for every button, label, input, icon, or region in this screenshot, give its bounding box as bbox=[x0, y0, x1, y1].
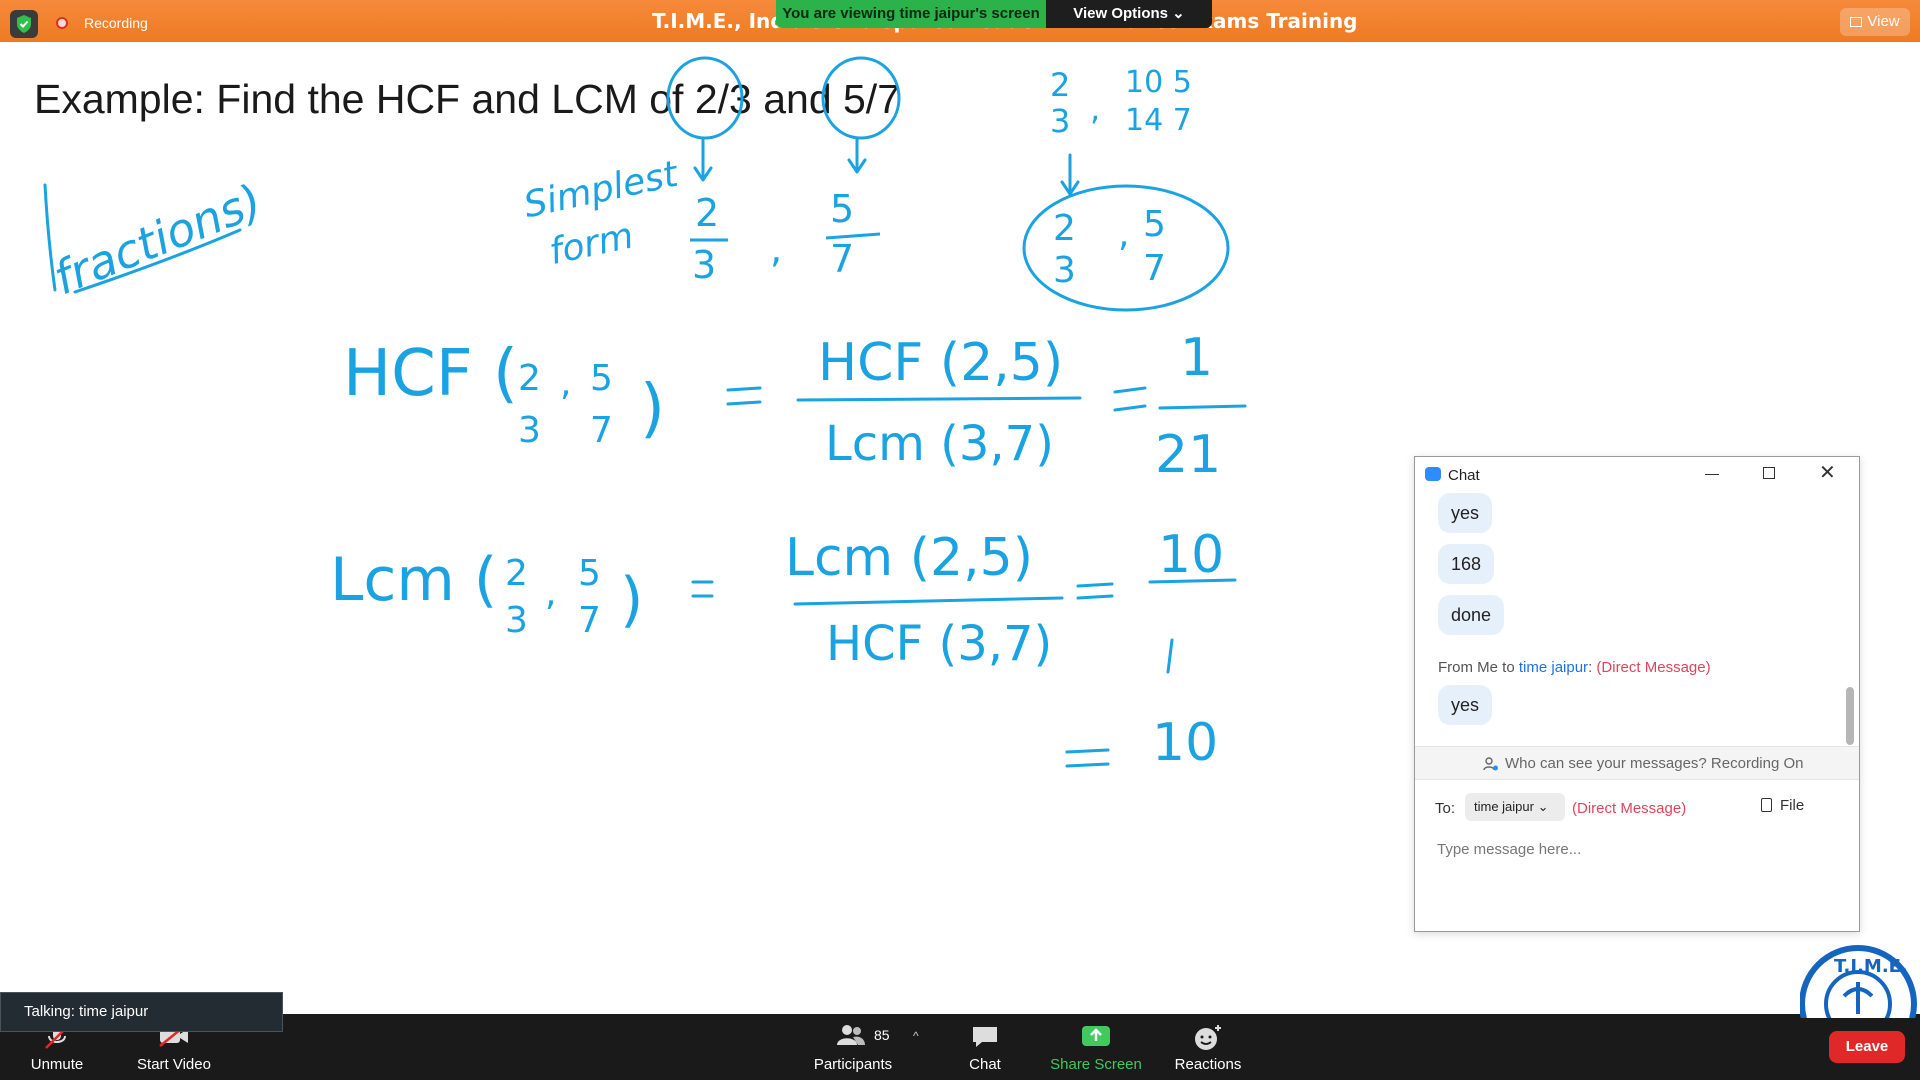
svg-text:7: 7 bbox=[590, 410, 613, 451]
participants-label: Participants bbox=[813, 1056, 893, 1073]
reactions-label: Reactions bbox=[1174, 1056, 1242, 1073]
svg-text:5: 5 bbox=[1143, 204, 1166, 245]
svg-text:7: 7 bbox=[1143, 248, 1166, 289]
svg-text:HCF (2,5): HCF (2,5) bbox=[818, 333, 1063, 393]
svg-text:14 7: 14 7 bbox=[1125, 103, 1192, 138]
privacy-bar[interactable]: Who can see your messages? Recording On bbox=[1415, 746, 1859, 780]
chat-message: done bbox=[1438, 595, 1505, 635]
svg-text:Lcm (: Lcm ( bbox=[330, 545, 497, 615]
svg-text:3: 3 bbox=[505, 600, 528, 641]
svg-text:,: , bbox=[560, 363, 571, 404]
file-button-label: File bbox=[1780, 797, 1805, 814]
svg-text:7: 7 bbox=[578, 600, 601, 641]
svg-text:): ) bbox=[640, 372, 665, 446]
participants-count: 85 bbox=[874, 1027, 890, 1043]
recipient-select[interactable]: time jaipur ⌄ bbox=[1465, 793, 1565, 821]
file-icon bbox=[1761, 798, 1772, 812]
svg-text:form: form bbox=[546, 215, 637, 273]
share-screen-icon bbox=[1082, 1026, 1110, 1046]
to-label: To: bbox=[1435, 800, 1456, 817]
close-icon[interactable]: ✕ bbox=[1819, 463, 1836, 483]
leave-button[interactable]: Leave bbox=[1829, 1031, 1905, 1063]
privacy-text: Who can see your messages? Recording On bbox=[1505, 755, 1804, 772]
chat-message-input[interactable] bbox=[1435, 833, 1839, 865]
chat-message: yes bbox=[1438, 493, 1493, 533]
svg-text:5: 5 bbox=[578, 553, 601, 594]
svg-text:2: 2 bbox=[505, 553, 528, 594]
svg-text:10 5: 10 5 bbox=[1125, 65, 1192, 100]
file-button[interactable]: File bbox=[1761, 797, 1804, 814]
chat-message: 168 bbox=[1438, 544, 1495, 584]
recipient-select-value: time jaipur bbox=[1474, 799, 1534, 814]
svg-text:21: 21 bbox=[1155, 425, 1221, 485]
svg-text:10: 10 bbox=[1152, 713, 1218, 773]
chat-title: Chat bbox=[1448, 467, 1480, 484]
chat-scrollbar[interactable] bbox=[1846, 687, 1854, 745]
unmute-label: Unmute bbox=[30, 1056, 84, 1073]
chat-window: Chat ✕ yes 168 done From Me to time jaip… bbox=[1414, 456, 1860, 932]
start-video-label: Start Video bbox=[137, 1056, 211, 1073]
svg-text:2: 2 bbox=[1050, 66, 1070, 104]
reactions-button[interactable]: Reactions bbox=[1170, 1014, 1246, 1080]
person-lock-icon bbox=[1483, 757, 1498, 771]
reactions-smiley-icon bbox=[1195, 1025, 1221, 1050]
chat-message: yes bbox=[1438, 685, 1493, 725]
svg-text:,: , bbox=[1118, 214, 1129, 255]
from-colon: : bbox=[1588, 659, 1593, 676]
svg-text:,: , bbox=[545, 573, 556, 614]
svg-text:HCF (: HCF ( bbox=[343, 337, 518, 411]
share-screen-button[interactable]: Share Screen bbox=[1050, 1014, 1142, 1080]
svg-text:5: 5 bbox=[830, 187, 854, 231]
svg-text:T.I.M.E.: T.I.M.E. bbox=[1834, 956, 1908, 977]
from-prefix: From Me to bbox=[1438, 659, 1519, 676]
time-logo-watermark: T.I.M.E. bbox=[1800, 945, 1917, 1018]
direct-message-label: (Direct Message) bbox=[1572, 800, 1687, 817]
message-sender-line: From Me to time jaipur: (Direct Message) bbox=[1438, 659, 1711, 676]
svg-text:,: , bbox=[1090, 90, 1100, 128]
chevron-down-icon: ⌄ bbox=[1537, 799, 1549, 814]
svg-text:,: , bbox=[770, 227, 782, 271]
talking-indicator: Talking: time jaipur bbox=[0, 992, 283, 1032]
recipient-name-link[interactable]: time jaipur bbox=[1519, 659, 1588, 676]
maximize-icon[interactable] bbox=[1763, 467, 1775, 479]
svg-text:1: 1 bbox=[1180, 328, 1213, 388]
svg-text:): ) bbox=[620, 565, 643, 635]
minimize-icon[interactable] bbox=[1705, 474, 1719, 475]
svg-text:10: 10 bbox=[1158, 525, 1224, 585]
chat-bubble-icon bbox=[973, 1027, 997, 1047]
svg-text:2: 2 bbox=[518, 358, 541, 399]
share-screen-label: Share Screen bbox=[1050, 1056, 1142, 1073]
participants-options-caret-icon[interactable]: ^ bbox=[913, 1029, 919, 1043]
chat-button[interactable]: Chat bbox=[960, 1014, 1010, 1080]
svg-text:3: 3 bbox=[518, 410, 541, 451]
meeting-toolbar: Unmute Start Video 85 Participants Chat … bbox=[0, 1014, 1920, 1080]
svg-text:2: 2 bbox=[695, 191, 719, 235]
svg-text:3: 3 bbox=[692, 243, 716, 287]
svg-text:fractions): fractions) bbox=[46, 173, 269, 305]
chat-label: Chat bbox=[969, 1056, 1001, 1073]
svg-text:3: 3 bbox=[1050, 102, 1070, 140]
svg-text:7: 7 bbox=[830, 237, 854, 281]
chat-title-bar[interactable]: Chat ✕ bbox=[1415, 457, 1859, 491]
svg-text:Simplest: Simplest bbox=[520, 153, 683, 226]
svg-text:5: 5 bbox=[590, 358, 613, 399]
svg-text:HCF (3,7): HCF (3,7) bbox=[826, 616, 1052, 672]
svg-text:2: 2 bbox=[1053, 208, 1076, 249]
participants-button[interactable]: 85 Participants bbox=[800, 1014, 906, 1080]
direct-message-tag: (Direct Message) bbox=[1596, 659, 1711, 676]
svg-text:3: 3 bbox=[1053, 250, 1076, 291]
svg-text:Lcm (3,7): Lcm (3,7) bbox=[825, 416, 1054, 472]
svg-text:Lcm (2,5): Lcm (2,5) bbox=[785, 528, 1033, 588]
zoom-camera-icon bbox=[1425, 467, 1441, 481]
participants-icon bbox=[837, 1025, 865, 1045]
